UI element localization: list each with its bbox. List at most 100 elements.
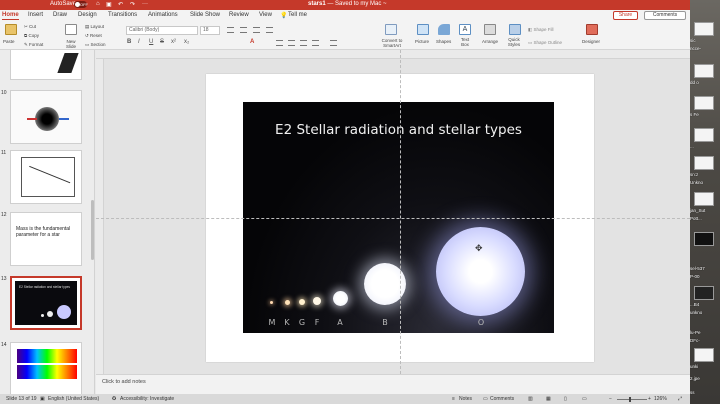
thumbnail-slide-14[interactable]	[10, 342, 82, 394]
align-left-icon[interactable]	[276, 40, 283, 46]
align-right-icon[interactable]	[300, 40, 307, 46]
underline-button[interactable]: U	[149, 39, 153, 45]
comments-button[interactable]: Comments	[644, 11, 686, 20]
comments-icon[interactable]: ▭	[483, 396, 488, 402]
reset-button[interactable]: ↺ Reset	[85, 33, 102, 39]
desktop-file-icon[interactable]	[694, 156, 714, 170]
accessibility-status[interactable]: Accessibility: Investigate	[120, 396, 174, 402]
superscript-button[interactable]: x²	[171, 39, 176, 45]
vertical-guide[interactable]	[400, 50, 401, 374]
redo-icon[interactable]: ↷	[130, 1, 135, 8]
accessibility-icon[interactable]: ✪	[112, 396, 116, 402]
paste-icon[interactable]	[5, 24, 17, 35]
tab-slide-show[interactable]: Slide Show	[190, 12, 220, 18]
designer-label[interactable]: Designer	[582, 39, 600, 44]
thumbnail-slide-13[interactable]: E2 Stellar radiation and stellar types	[10, 276, 82, 330]
home-icon[interactable]: ⌂	[96, 1, 100, 7]
section-button[interactable]: ▭ Section	[85, 42, 106, 48]
desktop-file-icon[interactable]	[694, 232, 714, 246]
textbox-icon[interactable]: A	[459, 24, 471, 35]
shapes-label[interactable]: Shapes	[436, 39, 451, 44]
thumbnail-slide-11[interactable]	[10, 150, 82, 204]
convert-smartart-label[interactable]: Convert to SmartArt	[378, 38, 406, 48]
zoom-slider[interactable]	[617, 398, 647, 400]
fit-slide-icon[interactable]: ⤢	[678, 396, 682, 402]
notes-pane[interactable]: Click to add notes	[96, 374, 690, 394]
subscript-button[interactable]: x₂	[184, 39, 189, 45]
font-size-select[interactable]: 18	[200, 26, 220, 35]
bullets-icon[interactable]	[227, 27, 234, 33]
autosave-toggle[interactable]: OFF	[74, 1, 88, 8]
thumbnail-scrollbar[interactable]	[91, 200, 94, 260]
picture-icon[interactable]	[417, 24, 429, 35]
quick-styles-icon[interactable]	[509, 24, 521, 35]
spellcheck-icon[interactable]: ▣	[40, 396, 45, 402]
slide-title[interactable]: E2 Stellar radiation and stellar types	[243, 122, 554, 138]
thumbnail-slide-10[interactable]	[10, 90, 82, 144]
tab-transitions[interactable]: Transitions	[108, 12, 137, 18]
smartart-icon[interactable]	[385, 24, 397, 35]
layout-button[interactable]: ▤ Layout	[85, 24, 104, 30]
desktop-file-icon[interactable]	[694, 128, 714, 142]
thumbnail-slide-12[interactable]: Mass is the fundamental parameter for a …	[10, 212, 82, 266]
desktop-file-icon[interactable]	[694, 348, 714, 362]
bold-button[interactable]: B	[127, 39, 131, 45]
font-family-select[interactable]: Calibri (Body)	[126, 26, 198, 35]
desktop-file-icon[interactable]	[694, 22, 714, 36]
new-slide-label[interactable]: New Slide	[63, 39, 79, 49]
italic-button[interactable]: I	[138, 39, 140, 45]
tab-insert[interactable]: Insert	[28, 12, 43, 18]
zoom-slider-knob[interactable]	[629, 396, 631, 402]
font-color-button[interactable]: A	[250, 39, 254, 45]
decrease-indent-icon[interactable]	[253, 27, 260, 33]
slideshow-icon[interactable]: ▭	[582, 396, 587, 402]
desktop-file-icon[interactable]	[694, 192, 714, 206]
arrange-icon[interactable]	[484, 24, 496, 35]
picture-label[interactable]: Picture	[415, 39, 429, 44]
zoom-out-icon[interactable]: −	[609, 396, 612, 402]
share-button[interactable]: Share	[613, 11, 638, 20]
paste-label[interactable]: Paste	[3, 39, 15, 44]
new-slide-icon[interactable]	[65, 24, 77, 35]
notes-icon[interactable]: ≡	[452, 396, 455, 402]
tab-view[interactable]: View	[259, 12, 272, 18]
strikethrough-button[interactable]: S	[160, 39, 164, 45]
normal-view-icon[interactable]: ▥	[528, 396, 533, 402]
tab-review[interactable]: Review	[229, 12, 249, 18]
align-center-icon[interactable]	[288, 40, 295, 46]
comments-toggle[interactable]: Comments	[490, 396, 514, 402]
more-icon[interactable]: ···	[142, 1, 148, 7]
shapes-icon[interactable]	[438, 24, 450, 35]
horizontal-guide[interactable]	[96, 218, 690, 219]
notes-placeholder[interactable]: Click to add notes	[102, 379, 146, 385]
undo-icon[interactable]: ↶	[118, 1, 123, 8]
tab-design[interactable]: Design	[78, 12, 97, 18]
arrange-label[interactable]: Arrange	[482, 39, 498, 44]
increase-indent-icon[interactable]	[266, 27, 273, 33]
slide-sorter-icon[interactable]: ▦	[546, 396, 551, 402]
textbox-label[interactable]: Text Box	[459, 37, 471, 47]
shape-outline-button[interactable]: ▭ Shape Outline	[528, 40, 562, 46]
zoom-in-icon[interactable]: +	[648, 396, 651, 402]
designer-icon[interactable]	[586, 24, 598, 35]
quick-styles-label[interactable]: Quick Styles	[506, 37, 522, 47]
desktop-file-icon[interactable]	[694, 64, 714, 78]
format-painter-button[interactable]: ✎ Format	[24, 42, 43, 48]
columns-icon[interactable]	[330, 40, 337, 46]
save-icon[interactable]: ▣	[106, 1, 112, 8]
tab-tell-me[interactable]: Tell me	[288, 12, 307, 18]
tab-draw[interactable]: Draw	[53, 12, 67, 18]
justify-icon[interactable]	[312, 40, 319, 46]
tab-animations[interactable]: Animations	[148, 12, 178, 18]
zoom-level[interactable]: 126%	[654, 396, 667, 402]
desktop-file-icon[interactable]	[694, 96, 714, 110]
copy-button[interactable]: ⧉ Copy	[24, 33, 39, 38]
thumbnail-slide-9[interactable]	[10, 50, 82, 80]
notes-toggle[interactable]: Notes	[459, 396, 472, 402]
desktop-file-icon[interactable]	[694, 286, 714, 300]
numbering-icon[interactable]	[240, 27, 247, 33]
reading-view-icon[interactable]: ▯	[564, 396, 567, 402]
shape-fill-button[interactable]: ◧ Shape Fill	[528, 27, 554, 33]
language-status[interactable]: English (United States)	[48, 396, 99, 402]
tab-home[interactable]: Home	[2, 12, 19, 20]
